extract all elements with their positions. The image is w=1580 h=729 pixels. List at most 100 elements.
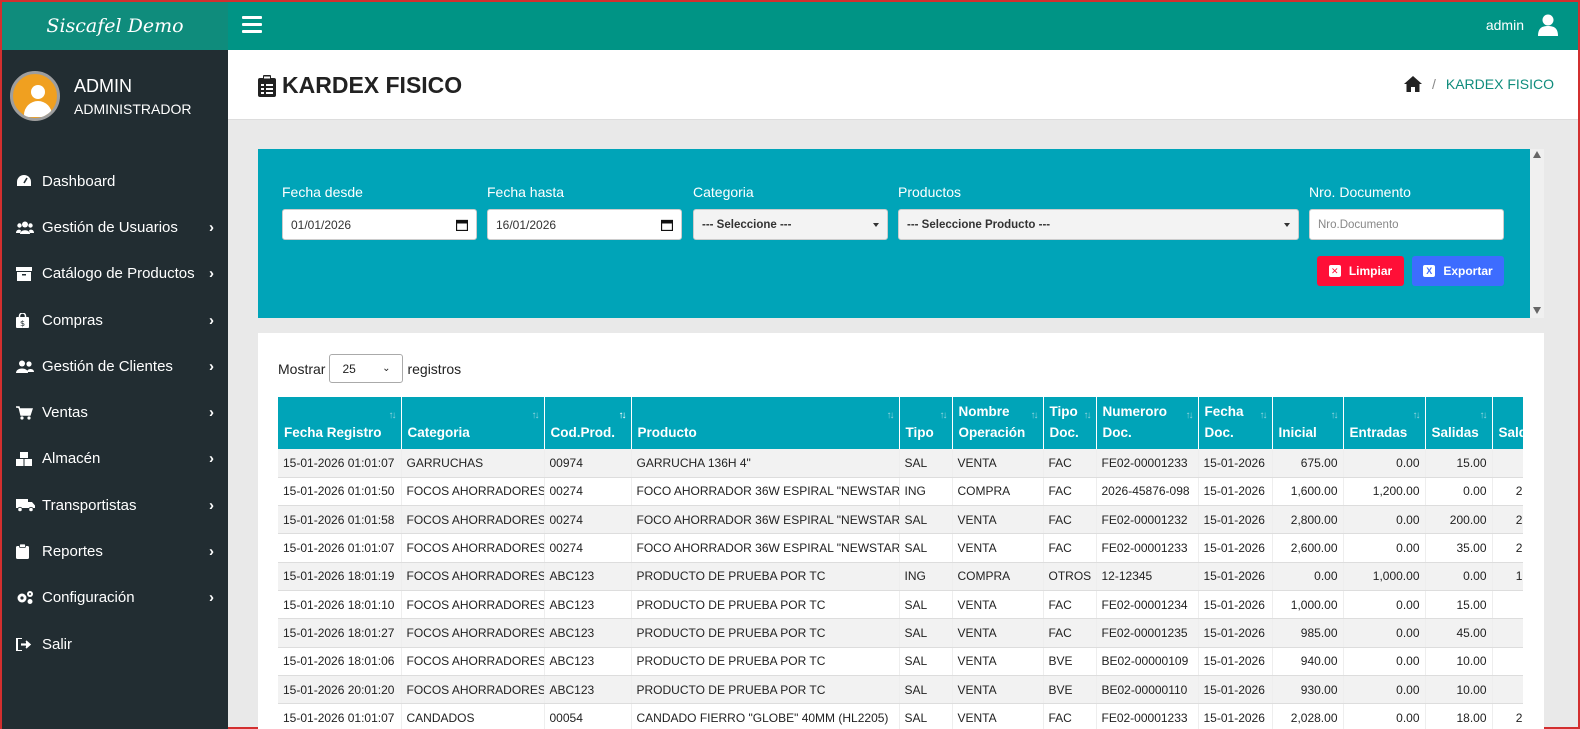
sign-out-icon xyxy=(16,637,42,651)
table-wrapper[interactable]: ↑↓ Fecha Registro ↑↓ Categoria ↑↓ Cod.Prod. ↑↓… xyxy=(278,397,1523,729)
column-header[interactable]: ↑↓ Producto xyxy=(631,397,900,449)
column-header[interactable]: ↑↓ Fecha Doc. xyxy=(1198,397,1273,449)
chevron-right-icon: › xyxy=(209,404,214,422)
truck-icon xyxy=(16,498,42,512)
table-cell: 00054 xyxy=(544,703,632,729)
boxes-icon xyxy=(16,451,42,466)
sidebar-item-configuracion[interactable]: Configuración › xyxy=(2,575,228,621)
table-row[interactable]: 15-01-2026 18:01:10 FOCOS AHORRADORES ABC1… xyxy=(278,590,1523,620)
fecha-hasta-input[interactable]: 16/01/2026 xyxy=(487,209,682,240)
table-cell: 15-01-2026 18:01:10 xyxy=(278,590,402,620)
table-row[interactable]: 15-01-2026 20:01:20 FOCOS AHORRADORES ABC1… xyxy=(278,675,1523,705)
calendar-icon[interactable] xyxy=(456,219,468,231)
column-header[interactable]: ↑↓ Tipo xyxy=(899,397,953,449)
table-cell: 18.00 xyxy=(1425,703,1493,729)
sidebar-item-salir[interactable]: Salir xyxy=(2,621,228,667)
column-header[interactable]: ↑↓ Categoria xyxy=(401,397,545,449)
sidebar-item-dashboard[interactable]: Dashboard xyxy=(2,158,228,204)
table-cell: VENTA xyxy=(952,449,1044,478)
column-header[interactable]: ↑↓ Nombre Operación xyxy=(952,397,1044,449)
filter-panel: Fecha desde 01/01/2026 Fecha hasta 16/01… xyxy=(258,149,1544,318)
table-row[interactable]: 15-01-2026 18:01:06 FOCOS AHORRADORES ABC1… xyxy=(278,647,1523,676)
nro-documento-input[interactable]: Nro.Documento xyxy=(1309,209,1504,240)
table-cell: 15-01-2026 xyxy=(1198,477,1273,507)
table-cell: FE02-00001235 xyxy=(1096,618,1199,648)
column-header[interactable]: ↑↓ Numeroro Doc. xyxy=(1096,397,1199,449)
table-row[interactable]: 15-01-2026 01:01:07 CANDADOS 00054 CANDADO … xyxy=(278,703,1523,729)
table-cell: SAL xyxy=(899,449,953,478)
exportar-button[interactable]: X Exportar xyxy=(1412,256,1504,286)
table-cell: FOCOS AHORRADORES xyxy=(401,477,545,507)
sidebar: Siscafel Demo ADMIN ADMINISTRADOR Dashbo… xyxy=(2,2,228,729)
filter-scrollbar[interactable] xyxy=(1530,149,1544,318)
table-cell: 2,800.00 xyxy=(1272,505,1344,535)
hamburger-menu-icon[interactable] xyxy=(242,16,262,34)
sidebar-item-transportistas[interactable]: Transportistas › xyxy=(2,482,228,528)
sidebar-item-almacen[interactable]: Almacén › xyxy=(2,436,228,482)
page-length-select[interactable]: 25 ⌄ xyxy=(329,354,404,383)
fecha-desde-value: 01/01/2026 xyxy=(291,217,352,232)
table-cell: 2,600.00 xyxy=(1492,505,1523,535)
home-icon[interactable] xyxy=(1403,76,1422,92)
sidebar-item-compras[interactable]: $ Compras › xyxy=(2,297,228,343)
clipboard-list-icon xyxy=(258,74,276,97)
calendar-icon[interactable] xyxy=(661,219,673,231)
brand-logo[interactable]: Siscafel Demo xyxy=(2,2,228,50)
table-row[interactable]: 15-01-2026 18:01:19 FOCOS AHORRADORES ABC1… xyxy=(278,562,1523,591)
table-row[interactable]: 15-01-2026 18:01:27 FOCOS AHORRADORES ABC1… xyxy=(278,618,1523,648)
table-cell: SAL xyxy=(899,505,953,535)
scroll-down-icon[interactable] xyxy=(1533,307,1541,314)
column-header[interactable]: ↑↓ Fecha Registro xyxy=(278,397,402,449)
table-cell: 12-12345 xyxy=(1096,562,1199,591)
table-cell: 00274 xyxy=(544,533,632,563)
table-cell: SAL xyxy=(899,618,953,648)
table-cell: 15-01-2026 18:01:06 xyxy=(278,647,402,676)
table-cell: SAL xyxy=(899,647,953,676)
sidebar-item-label: Transportistas xyxy=(42,496,137,514)
categoria-select[interactable]: --- Seleccione --- xyxy=(693,209,888,240)
table-cell: PRODUCTO DE PRUEBA POR TC xyxy=(631,590,900,620)
table-cell: VENTA xyxy=(952,505,1044,535)
table-cell: FE02-00001233 xyxy=(1096,703,1199,729)
table-cell: 1,600.00 xyxy=(1272,477,1344,507)
table-row[interactable]: 15-01-2026 01:01:07 GARRUCHAS 00974 GARRUCH… xyxy=(278,449,1523,478)
column-header-label: Cod.Prod. xyxy=(550,425,616,440)
user-menu[interactable]: admin xyxy=(1486,14,1558,36)
table-cell: 15-01-2026 18:01:19 xyxy=(278,562,402,591)
limpiar-button[interactable]: ✕ Limpiar xyxy=(1317,256,1404,286)
column-header[interactable]: ↑↓ Inicial xyxy=(1272,397,1344,449)
table-cell: 15-01-2026 xyxy=(1198,675,1273,705)
column-header-label: Salidas xyxy=(1431,425,1479,440)
scroll-up-icon[interactable] xyxy=(1533,151,1541,158)
column-header[interactable]: ↑↓ Cod.Prod. xyxy=(544,397,632,449)
sidebar-item-ventas[interactable]: Ventas › xyxy=(2,389,228,435)
productos-select[interactable]: --- Seleccione Producto --- xyxy=(898,209,1299,240)
clipboard-icon xyxy=(16,544,42,560)
table-cell: 1,200.00 xyxy=(1343,477,1426,507)
sidebar-item-catalogo-de-productos[interactable]: Catálogo de Productos › xyxy=(2,251,228,297)
table-cell: 15.00 xyxy=(1425,590,1493,620)
table-header-row: ↑↓ Fecha Registro ↑↓ Categoria ↑↓ Cod.Prod. ↑↓… xyxy=(278,397,1523,449)
table-cell: FAC xyxy=(1043,703,1097,729)
table-cell: FOCOS AHORRADORES xyxy=(401,675,545,705)
fecha-desde-input[interactable]: 01/01/2026 xyxy=(282,209,477,240)
column-header[interactable]: ↑↓ Salidas xyxy=(1425,397,1493,449)
table-cell: 15-01-2026 xyxy=(1198,449,1273,478)
table-cell: FAC xyxy=(1043,618,1097,648)
chevron-right-icon: › xyxy=(209,218,214,236)
column-header[interactable]: ↑↓ Tipo Doc. xyxy=(1043,397,1097,449)
table-cell: FE02-00001232 xyxy=(1096,505,1199,535)
fecha-hasta-value: 16/01/2026 xyxy=(496,217,557,232)
sidebar-item-gestion-de-clientes[interactable]: Gestión de Clientes › xyxy=(2,343,228,389)
table-cell: ABC123 xyxy=(544,675,632,705)
table-row[interactable]: 15-01-2026 01:01:07 FOCOS AHORRADORES 0027… xyxy=(278,533,1523,563)
column-header[interactable]: ↑↓Saldo xyxy=(1492,397,1523,449)
column-header[interactable]: ↑↓ Entradas xyxy=(1343,397,1426,449)
sidebar-item-label: Salir xyxy=(42,635,73,653)
table-cell: FE02-00001234 xyxy=(1096,590,1199,620)
table-row[interactable]: 15-01-2026 01:01:58 FOCOS AHORRADORES 0027… xyxy=(278,505,1523,535)
sidebar-item-gestion-de-usuarios[interactable]: Gestión de Usuarios › xyxy=(2,204,228,250)
table-cell: FOCOS AHORRADORES xyxy=(401,618,545,648)
table-row[interactable]: 15-01-2026 01:01:50 FOCOS AHORRADORES 0027… xyxy=(278,477,1523,507)
sidebar-item-reportes[interactable]: Reportes › xyxy=(2,528,228,574)
